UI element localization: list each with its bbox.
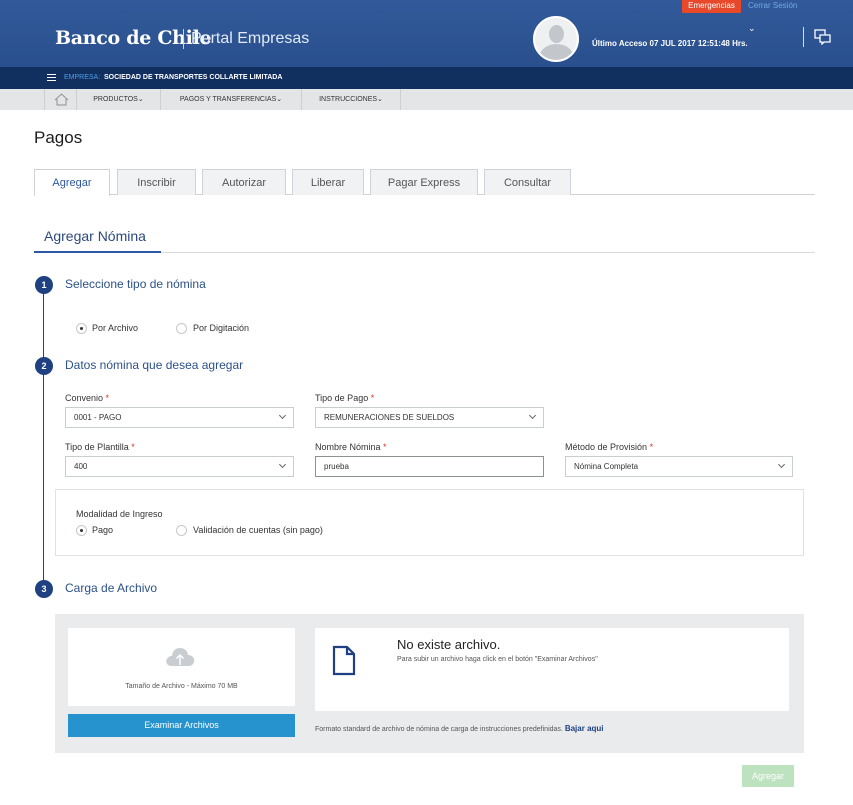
no-file-panel [315,628,789,711]
avatar-body [540,44,573,60]
convenio-label-text: Convenio [65,393,104,403]
convenio-label: Convenio * [65,393,109,403]
required-mark: * [105,393,110,403]
tipo-pago-label-text: Tipo de Pago [315,393,369,403]
modalidad-label: Modalidad de Ingreso [76,509,163,519]
step-number-3: 3 [35,580,53,598]
logo-divider [183,29,184,49]
nav-item-label: PRODUCTOS [93,96,138,103]
logout-link[interactable]: Cerrar Sesión [748,0,797,11]
chevron-down-icon [278,411,287,420]
emergency-button[interactable]: Emergencias [682,0,741,13]
nav-item-label: PAGOS Y TRANSFERENCIAS [179,96,277,103]
radio-label-pago: Pago [92,525,114,535]
step-title-2: Datos nómina que desea agregar [65,358,244,372]
convenio-value: 0001 - PAGO [74,413,122,422]
tipo-plantilla-select[interactable]: 400 [65,456,294,477]
tipo-pago-value: REMUNERACIONES DE SUELDOS [324,413,455,422]
step-number-2: 2 [35,357,53,375]
main-nav: PRODUCTOS⌄ PAGOS Y TRANSFERENCIAS⌄ INSTR… [0,89,853,110]
required-mark: * [131,442,135,452]
submit-agregar-button[interactable]: Agregar [742,765,794,787]
tipo-plantilla-label: Tipo de Plantilla * [65,442,135,452]
radio-label-por-archivo: Por Archivo [92,323,139,333]
tab-autorizar[interactable]: Autorizar [202,169,286,195]
chevron-down-icon[interactable]: ⌄ [748,23,756,34]
chevron-down-icon [528,411,537,420]
bank-logo[interactable]: Banco de Chile [55,27,212,49]
section-title: Agregar Nómina [44,228,146,244]
required-mark: * [370,393,375,403]
company-label: EMPRESA: [64,74,101,81]
chevron-down-icon [278,460,287,469]
convenio-select[interactable]: 0001 - PAGO [65,407,294,428]
chat-icon[interactable] [814,29,832,45]
last-access-text: Último Acceso 07 JUL 2017 12:51:48 Hrs. [592,39,748,48]
tipo-plantilla-value: 400 [74,462,88,471]
section-active-indicator [34,251,161,253]
nav-item-productos[interactable]: PRODUCTOS⌄ [77,89,161,110]
radio-label-validacion-cuentas: Validación de cuentas (sin pago) [193,525,323,535]
tipo-plantilla-label-text: Tipo de Plantilla [65,442,129,452]
chevron-down-icon [777,460,786,469]
nombre-nomina-label-text: Nombre Nómina [315,442,381,452]
tab-liberar[interactable]: Liberar [292,169,364,195]
metodo-provision-label-text: Método de Provisión [565,442,648,452]
header-divider [803,27,804,47]
radio-por-archivo[interactable] [76,323,87,334]
modalidad-box [55,489,804,556]
home-icon [54,93,69,106]
hamburger-icon[interactable] [47,74,56,81]
file-size-limit: Tamaño de Archivo - Máximo 70 MB [125,683,238,690]
tipo-pago-label: Tipo de Pago * [315,393,374,403]
nombre-nomina-input[interactable]: prueba [315,456,544,477]
tab-consultar[interactable]: Consultar [484,169,571,195]
company-bar: EMPRESA: SOCIEDAD DE TRANSPORTES COLLART… [0,67,853,89]
steps-connector [43,290,44,586]
nav-item-instrucciones[interactable]: INSTRUCCIONES⌄ [302,89,401,110]
radio-label-por-digitacion: Por Digitación [193,323,250,333]
metodo-provision-value: Nómina Completa [574,462,639,471]
tipo-pago-select[interactable]: REMUNERACIONES DE SUELDOS [315,407,544,428]
step-title-1: Seleccione tipo de nómina [65,277,206,291]
document-icon [332,645,356,676]
radio-validacion-cuentas[interactable] [176,525,187,536]
nombre-nomina-value: prueba [324,462,349,471]
tab-inscribir[interactable]: Inscribir [117,169,196,195]
page-title: Pagos [34,128,83,147]
step-title-3: Carga de Archivo [65,581,158,595]
metodo-provision-select[interactable]: Nómina Completa [565,456,793,477]
portal-title: Portal Empresas [191,30,310,47]
step-number-1: 1 [35,276,53,294]
tab-agregar[interactable]: Agregar [34,169,110,196]
avatar-head [549,25,564,43]
cloud-upload-icon [166,648,195,666]
user-avatar[interactable] [533,16,579,62]
format-note: Formato standard de archivo de nómina de… [315,724,604,733]
nav-item-label: INSTRUCCIONES [319,96,378,103]
browse-files-button[interactable]: Examinar Archivos [68,714,295,737]
no-file-title: No existe archivo. [397,637,501,652]
nav-item-pagos-transferencias[interactable]: PAGOS Y TRANSFERENCIAS⌄ [161,89,302,110]
required-mark: * [383,442,387,452]
nav-home[interactable] [44,89,77,110]
radio-por-digitacion[interactable] [176,323,187,334]
required-mark: * [649,442,654,452]
download-format-link[interactable]: Bajar aqui [565,724,604,733]
metodo-provision-label: Método de Provisión * [565,442,653,452]
radio-pago[interactable] [76,525,87,536]
company-name: SOCIEDAD DE TRANSPORTES COLLARTE LIMITAD… [104,74,283,81]
no-file-description: Para subir un archivo haga click en el b… [397,656,598,663]
nombre-nomina-label: Nombre Nómina * [315,442,387,452]
tab-pagar-express[interactable]: Pagar Express [370,169,478,195]
format-note-text: Formato standard de archivo de nómina de… [315,726,563,733]
